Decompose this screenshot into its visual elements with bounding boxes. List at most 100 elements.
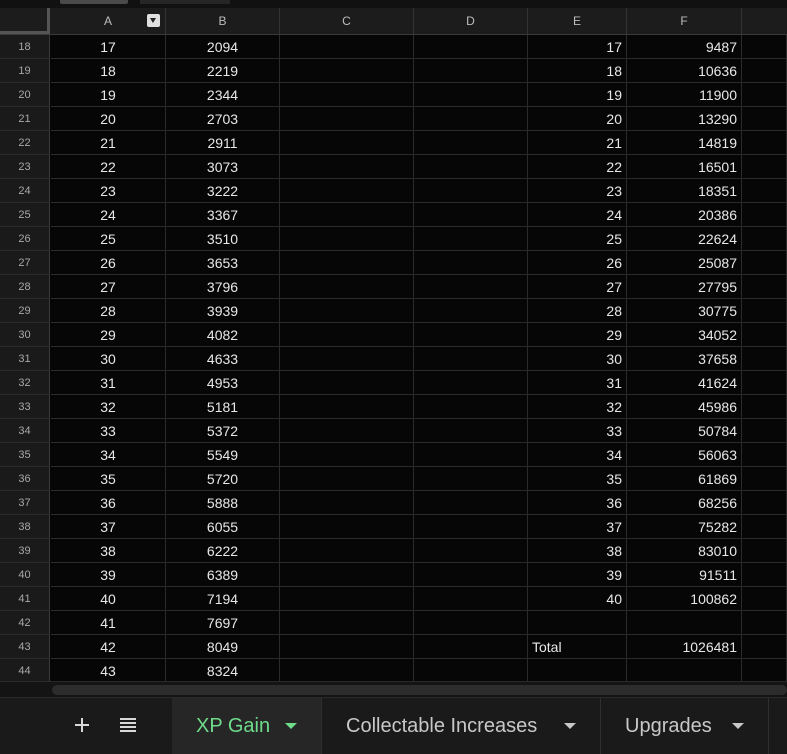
plus-icon[interactable] bbox=[69, 712, 95, 738]
cell-a[interactable]: 23 bbox=[51, 179, 166, 203]
cell-c[interactable] bbox=[280, 491, 414, 515]
cell-a[interactable]: 38 bbox=[51, 539, 166, 563]
cell-b[interactable]: 3796 bbox=[166, 275, 280, 299]
row-number[interactable]: 21 bbox=[0, 107, 50, 131]
cell-c[interactable] bbox=[280, 371, 414, 395]
cell-e[interactable]: 29 bbox=[528, 323, 627, 347]
cell-e[interactable]: 28 bbox=[528, 299, 627, 323]
cell-a[interactable]: 19 bbox=[51, 83, 166, 107]
cell-e[interactable] bbox=[528, 659, 627, 681]
cell-e[interactable]: 37 bbox=[528, 515, 627, 539]
cell-g[interactable] bbox=[742, 467, 787, 491]
cell-g[interactable] bbox=[742, 131, 787, 155]
cell-d[interactable] bbox=[414, 323, 528, 347]
row-number[interactable]: 27 bbox=[0, 251, 50, 275]
row-number[interactable]: 18 bbox=[0, 35, 50, 59]
cell-c[interactable] bbox=[280, 251, 414, 275]
cell-g[interactable] bbox=[742, 35, 787, 59]
cell-e[interactable]: 21 bbox=[528, 131, 627, 155]
cell-b[interactable]: 3073 bbox=[166, 155, 280, 179]
cell-g[interactable] bbox=[742, 347, 787, 371]
cell-e[interactable]: 35 bbox=[528, 467, 627, 491]
cell-d[interactable] bbox=[414, 299, 528, 323]
column-header-b[interactable]: B bbox=[166, 8, 280, 34]
cell-g[interactable] bbox=[742, 107, 787, 131]
cell-d[interactable] bbox=[414, 347, 528, 371]
cell-g[interactable] bbox=[742, 155, 787, 179]
cell-f[interactable]: 18351 bbox=[627, 179, 742, 203]
tab-upgrades[interactable]: Upgrades bbox=[601, 698, 769, 754]
cell-a[interactable]: 43 bbox=[51, 659, 166, 681]
cell-a[interactable]: 22 bbox=[51, 155, 166, 179]
cell-a[interactable]: 21 bbox=[51, 131, 166, 155]
cell-c[interactable] bbox=[280, 443, 414, 467]
cell-d[interactable] bbox=[414, 179, 528, 203]
cell-a[interactable]: 20 bbox=[51, 107, 166, 131]
horizontal-scrollbar[interactable] bbox=[0, 681, 787, 698]
cell-f[interactable]: 22624 bbox=[627, 227, 742, 251]
cell-g[interactable] bbox=[742, 563, 787, 587]
cell-f[interactable]: 34052 bbox=[627, 323, 742, 347]
tab-xp-gain[interactable]: XP Gain bbox=[172, 698, 322, 754]
cell-d[interactable] bbox=[414, 35, 528, 59]
row-number[interactable]: 42 bbox=[0, 611, 50, 635]
cell-e[interactable]: 22 bbox=[528, 155, 627, 179]
cell-b[interactable]: 5372 bbox=[166, 419, 280, 443]
cell-f[interactable]: 45986 bbox=[627, 395, 742, 419]
cell-b[interactable]: 8324 bbox=[166, 659, 280, 681]
scrollbar-thumb[interactable] bbox=[52, 685, 787, 695]
cell-d[interactable] bbox=[414, 107, 528, 131]
cell-e[interactable]: 18 bbox=[528, 59, 627, 83]
row-number[interactable]: 23 bbox=[0, 155, 50, 179]
cell-d[interactable] bbox=[414, 251, 528, 275]
cell-f[interactable]: 37658 bbox=[627, 347, 742, 371]
cell-g[interactable] bbox=[742, 251, 787, 275]
list-icon[interactable] bbox=[115, 712, 141, 738]
row-number[interactable]: 37 bbox=[0, 491, 50, 515]
cell-e[interactable]: 27 bbox=[528, 275, 627, 299]
cell-e[interactable]: Total bbox=[528, 635, 627, 659]
cell-c[interactable] bbox=[280, 347, 414, 371]
cell-b[interactable]: 5888 bbox=[166, 491, 280, 515]
cell-a[interactable]: 36 bbox=[51, 491, 166, 515]
cell-c[interactable] bbox=[280, 59, 414, 83]
cell-b[interactable]: 4953 bbox=[166, 371, 280, 395]
cell-c[interactable] bbox=[280, 563, 414, 587]
cell-f[interactable]: 61869 bbox=[627, 467, 742, 491]
cell-b[interactable]: 2344 bbox=[166, 83, 280, 107]
cell-d[interactable] bbox=[414, 491, 528, 515]
row-number[interactable]: 32 bbox=[0, 371, 50, 395]
row-number[interactable]: 34 bbox=[0, 419, 50, 443]
cell-b[interactable]: 2094 bbox=[166, 35, 280, 59]
cell-f[interactable] bbox=[627, 659, 742, 681]
cell-g[interactable] bbox=[742, 443, 787, 467]
cell-d[interactable] bbox=[414, 227, 528, 251]
row-number[interactable]: 26 bbox=[0, 227, 50, 251]
cell-d[interactable] bbox=[414, 443, 528, 467]
cell-a[interactable]: 28 bbox=[51, 299, 166, 323]
row-number[interactable]: 40 bbox=[0, 563, 50, 587]
row-number[interactable]: 43 bbox=[0, 635, 50, 659]
cell-a[interactable]: 32 bbox=[51, 395, 166, 419]
cell-e[interactable] bbox=[528, 611, 627, 635]
cell-c[interactable] bbox=[280, 659, 414, 681]
cell-f[interactable]: 10636 bbox=[627, 59, 742, 83]
cell-f[interactable]: 16501 bbox=[627, 155, 742, 179]
cell-f[interactable]: 11900 bbox=[627, 83, 742, 107]
cell-e[interactable]: 31 bbox=[528, 371, 627, 395]
cell-g[interactable] bbox=[742, 395, 787, 419]
cell-a[interactable]: 33 bbox=[51, 419, 166, 443]
column-header-f[interactable]: F bbox=[627, 8, 742, 34]
cell-a[interactable]: 42 bbox=[51, 635, 166, 659]
row-number[interactable]: 30 bbox=[0, 323, 50, 347]
cell-a[interactable]: 25 bbox=[51, 227, 166, 251]
cell-e[interactable]: 36 bbox=[528, 491, 627, 515]
cell-c[interactable] bbox=[280, 611, 414, 635]
cell-g[interactable] bbox=[742, 491, 787, 515]
row-number[interactable]: 38 bbox=[0, 515, 50, 539]
cell-d[interactable] bbox=[414, 563, 528, 587]
cell-b[interactable]: 8049 bbox=[166, 635, 280, 659]
cell-e[interactable]: 24 bbox=[528, 203, 627, 227]
cell-f[interactable]: 50784 bbox=[627, 419, 742, 443]
cell-b[interactable]: 6222 bbox=[166, 539, 280, 563]
